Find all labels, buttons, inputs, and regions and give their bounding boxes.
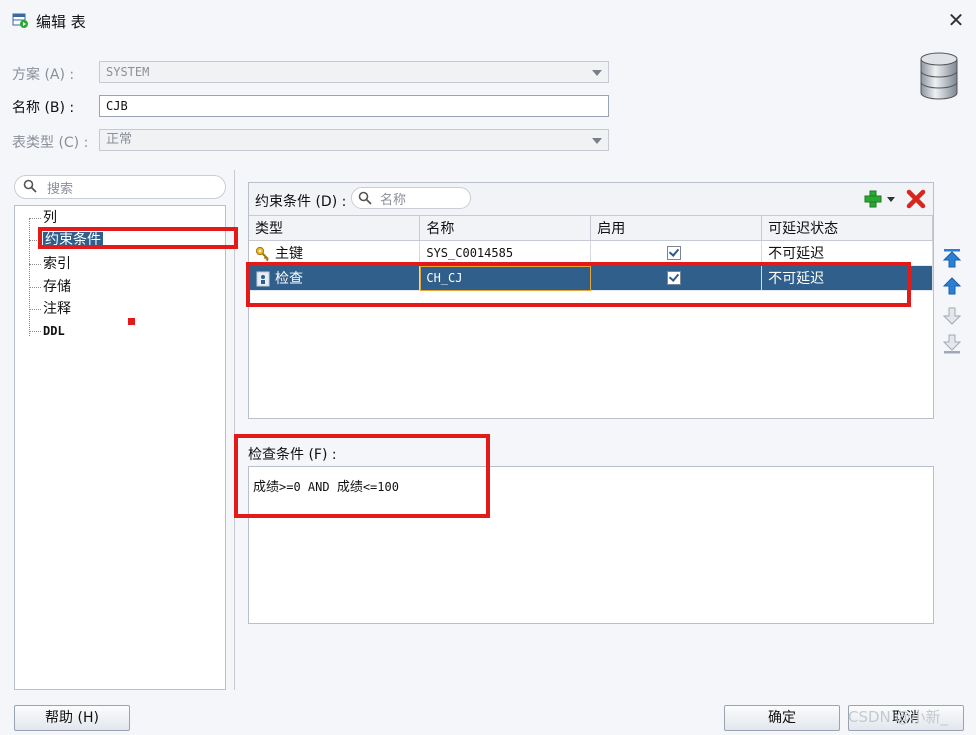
column-header-name[interactable]: 名称 xyxy=(419,216,592,241)
add-icon[interactable] xyxy=(863,189,883,209)
ok-button[interactable]: 确定 xyxy=(724,705,840,731)
sidebar-search-input[interactable]: 搜索 xyxy=(14,175,226,199)
add-dropdown-chevron-icon[interactable] xyxy=(887,197,895,202)
help-button[interactable]: 帮助 (H) xyxy=(14,705,130,731)
key-icon xyxy=(255,246,269,262)
move-to-bottom-icon[interactable] xyxy=(942,334,962,354)
sidebar-item-label: 索引 xyxy=(43,256,71,272)
sidebar-item-columns[interactable]: 列 xyxy=(29,208,57,228)
constraints-search-input[interactable]: 名称 xyxy=(351,187,471,209)
red-marker xyxy=(128,318,135,325)
name-label: 名称 (B) : xyxy=(12,100,75,116)
sidebar-item-label: 注释 xyxy=(43,301,71,317)
sidebar-item-label: 列 xyxy=(43,210,57,226)
column-header-type[interactable]: 类型 xyxy=(249,216,421,241)
sidebar-item-label: 存储 xyxy=(43,279,71,295)
highlight-box-condition xyxy=(234,434,490,518)
sidebar-item-comments[interactable]: 注释 xyxy=(29,299,71,319)
constraints-toolbar: 约束条件 (D) : 名称 xyxy=(249,183,933,216)
sidebar-item-indexes[interactable]: 索引 xyxy=(29,254,71,274)
watermark: CSDN @小新_ xyxy=(848,708,949,726)
chevron-down-icon xyxy=(592,70,602,76)
schema-label: 方案 (A) : xyxy=(12,67,75,83)
name-value: CJB xyxy=(106,99,128,113)
constraints-label: 约束条件 (D) : xyxy=(255,194,347,210)
constraints-search-placeholder: 名称 xyxy=(380,193,407,208)
table-type-select: 正常 xyxy=(99,129,609,151)
title-bar: 编辑 表 ✕ xyxy=(0,0,976,40)
sidebar-item-storage[interactable]: 存储 xyxy=(29,277,71,297)
sidebar-search-placeholder: 搜索 xyxy=(47,182,74,197)
move-down-icon[interactable] xyxy=(942,306,962,326)
delete-icon[interactable] xyxy=(905,188,927,210)
sidebar-tree: 列 约束条件 索引 存储 注释 DDL xyxy=(14,205,226,690)
move-to-top-icon[interactable] xyxy=(942,248,962,268)
move-up-icon[interactable] xyxy=(942,276,962,296)
search-icon xyxy=(358,191,372,205)
table-type-value: 正常 xyxy=(106,132,133,147)
enabled-checkbox[interactable] xyxy=(667,246,682,260)
highlight-box-row xyxy=(246,262,911,307)
name-input[interactable]: CJB xyxy=(99,95,609,117)
type-label: 主键 xyxy=(275,246,303,262)
window-title: 编辑 表 xyxy=(36,13,86,31)
column-header-deferrable[interactable]: 可延迟状态 xyxy=(761,216,933,241)
schema-value: SYSTEM xyxy=(106,65,150,79)
database-icon xyxy=(920,52,958,100)
highlight-box-sidebar xyxy=(38,227,238,249)
table-type-label: 表类型 (C) : xyxy=(12,135,89,151)
column-header-enabled[interactable]: 启用 xyxy=(590,216,763,241)
search-icon xyxy=(23,179,37,193)
schema-select: SYSTEM xyxy=(99,61,609,83)
edit-table-icon xyxy=(12,13,28,28)
sidebar-item-ddl[interactable]: DDL xyxy=(29,321,65,341)
sidebar-item-label: DDL xyxy=(43,324,65,338)
close-icon[interactable]: ✕ xyxy=(944,8,968,32)
chevron-down-icon xyxy=(592,138,602,144)
